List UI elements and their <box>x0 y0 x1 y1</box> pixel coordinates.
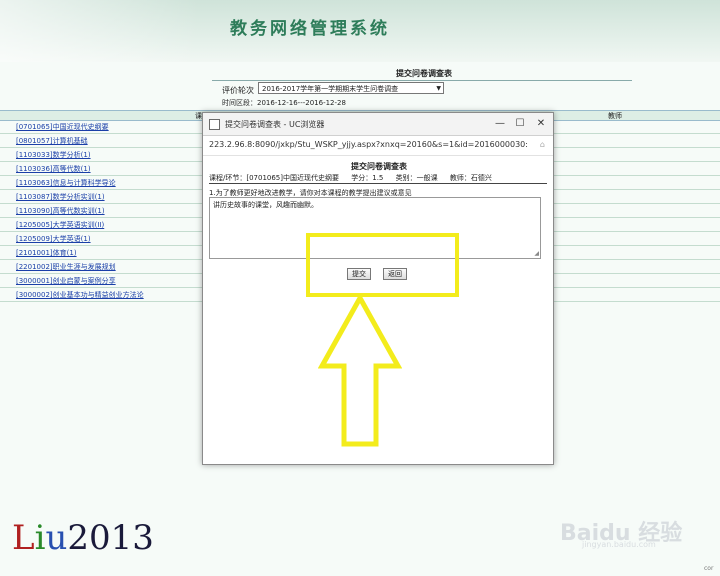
round-select[interactable]: 2016-2017学年第一学期期末学生问卷调查 ▼ <box>258 82 444 94</box>
course-link[interactable]: [2101001]体育(1) <box>16 248 77 258</box>
divider <box>212 80 632 81</box>
close-icon[interactable]: ✕ <box>533 116 549 132</box>
course-info: 课程/环节：[0701065]中国近现代史纲要 学分：1.5 类别：一般课 教师… <box>209 173 502 183</box>
signature-letter: i <box>34 518 46 558</box>
signature-watermark: Liu2013 <box>12 518 154 558</box>
form-title: 提交问卷调查表 <box>351 162 407 171</box>
app-header: 教务网络管理系统 <box>0 0 720 62</box>
signature-letter: L <box>12 518 35 558</box>
course-link[interactable]: [0701065]中国近现代史纲要 <box>16 122 109 132</box>
course-link[interactable]: [3000002]创业基本功与精益创业方法论 <box>16 290 144 300</box>
app-title: 教务网络管理系统 <box>230 19 390 39</box>
round-label: 评价轮次 <box>222 86 254 95</box>
maximize-icon[interactable]: ☐ <box>512 116 528 132</box>
dialog-titlebar[interactable]: 提交问卷调查表 - UC浏览器 — ☐ ✕ <box>203 113 553 136</box>
divider <box>209 183 547 184</box>
course-link[interactable]: [1103087]数学分析实训(1) <box>16 192 105 202</box>
course-info-name: 课程/环节：[0701065]中国近现代史纲要 <box>209 174 339 182</box>
course-teacher: 教师：石德兴 <box>449 174 492 182</box>
time-range: 时间区段：2016-12-16---2016-12-28 <box>222 99 346 107</box>
chevron-down-icon: ▼ <box>436 85 441 92</box>
signature-year: 2013 <box>67 518 154 558</box>
up-arrow-icon <box>318 296 402 447</box>
course-link[interactable]: [1103090]高等代数实训(1) <box>16 206 105 216</box>
header-decoration <box>0 0 200 62</box>
course-link[interactable]: [1205009]大学英语(1) <box>16 234 91 244</box>
baidu-watermark-url: jingyan.baidu.com <box>582 540 656 549</box>
url-text: 223.2.96.8:8090/jxkp/Stu_WSKP_yjjy.aspx?… <box>209 140 528 149</box>
course-link[interactable]: [0801057]计算机基础 <box>16 136 88 146</box>
answer-text: 讲历史故事的课堂，风趣而幽默。 <box>213 201 318 209</box>
highlight-box <box>306 233 459 297</box>
signature-letter: u <box>45 518 68 558</box>
divider <box>203 155 553 156</box>
course-link[interactable]: [2201002]职业生涯与发展规划 <box>16 262 116 272</box>
course-credit: 学分：1.5 <box>351 174 384 182</box>
course-link[interactable]: [1205005]大学英语实训(II) <box>16 220 104 230</box>
course-link[interactable]: [1103063]信息与计算科学导论 <box>16 178 116 188</box>
page-icon <box>209 119 220 130</box>
address-bar[interactable]: 223.2.96.8:8090/jxkp/Stu_WSKP_yjjy.aspx?… <box>209 137 547 153</box>
round-select-value: 2016-2017学年第一学期期末学生问卷调查 <box>262 85 399 93</box>
course-category: 类别：一般课 <box>395 174 438 182</box>
dialog-title: 提交问卷调查表 - UC浏览器 <box>225 120 325 129</box>
survey-title: 提交问卷调查表 <box>396 69 452 78</box>
course-link[interactable]: [3000001]创业启蒙与案例分享 <box>16 276 116 286</box>
corner-text: cor <box>704 565 714 572</box>
course-link[interactable]: [1103036]高等代数(1) <box>16 164 91 174</box>
course-link[interactable]: [1103033]数学分析(1) <box>16 150 91 160</box>
lock-icon: ⌂ <box>539 140 545 149</box>
resize-grip-icon[interactable]: ◢ <box>534 250 539 257</box>
minimize-icon[interactable]: — <box>492 116 508 132</box>
